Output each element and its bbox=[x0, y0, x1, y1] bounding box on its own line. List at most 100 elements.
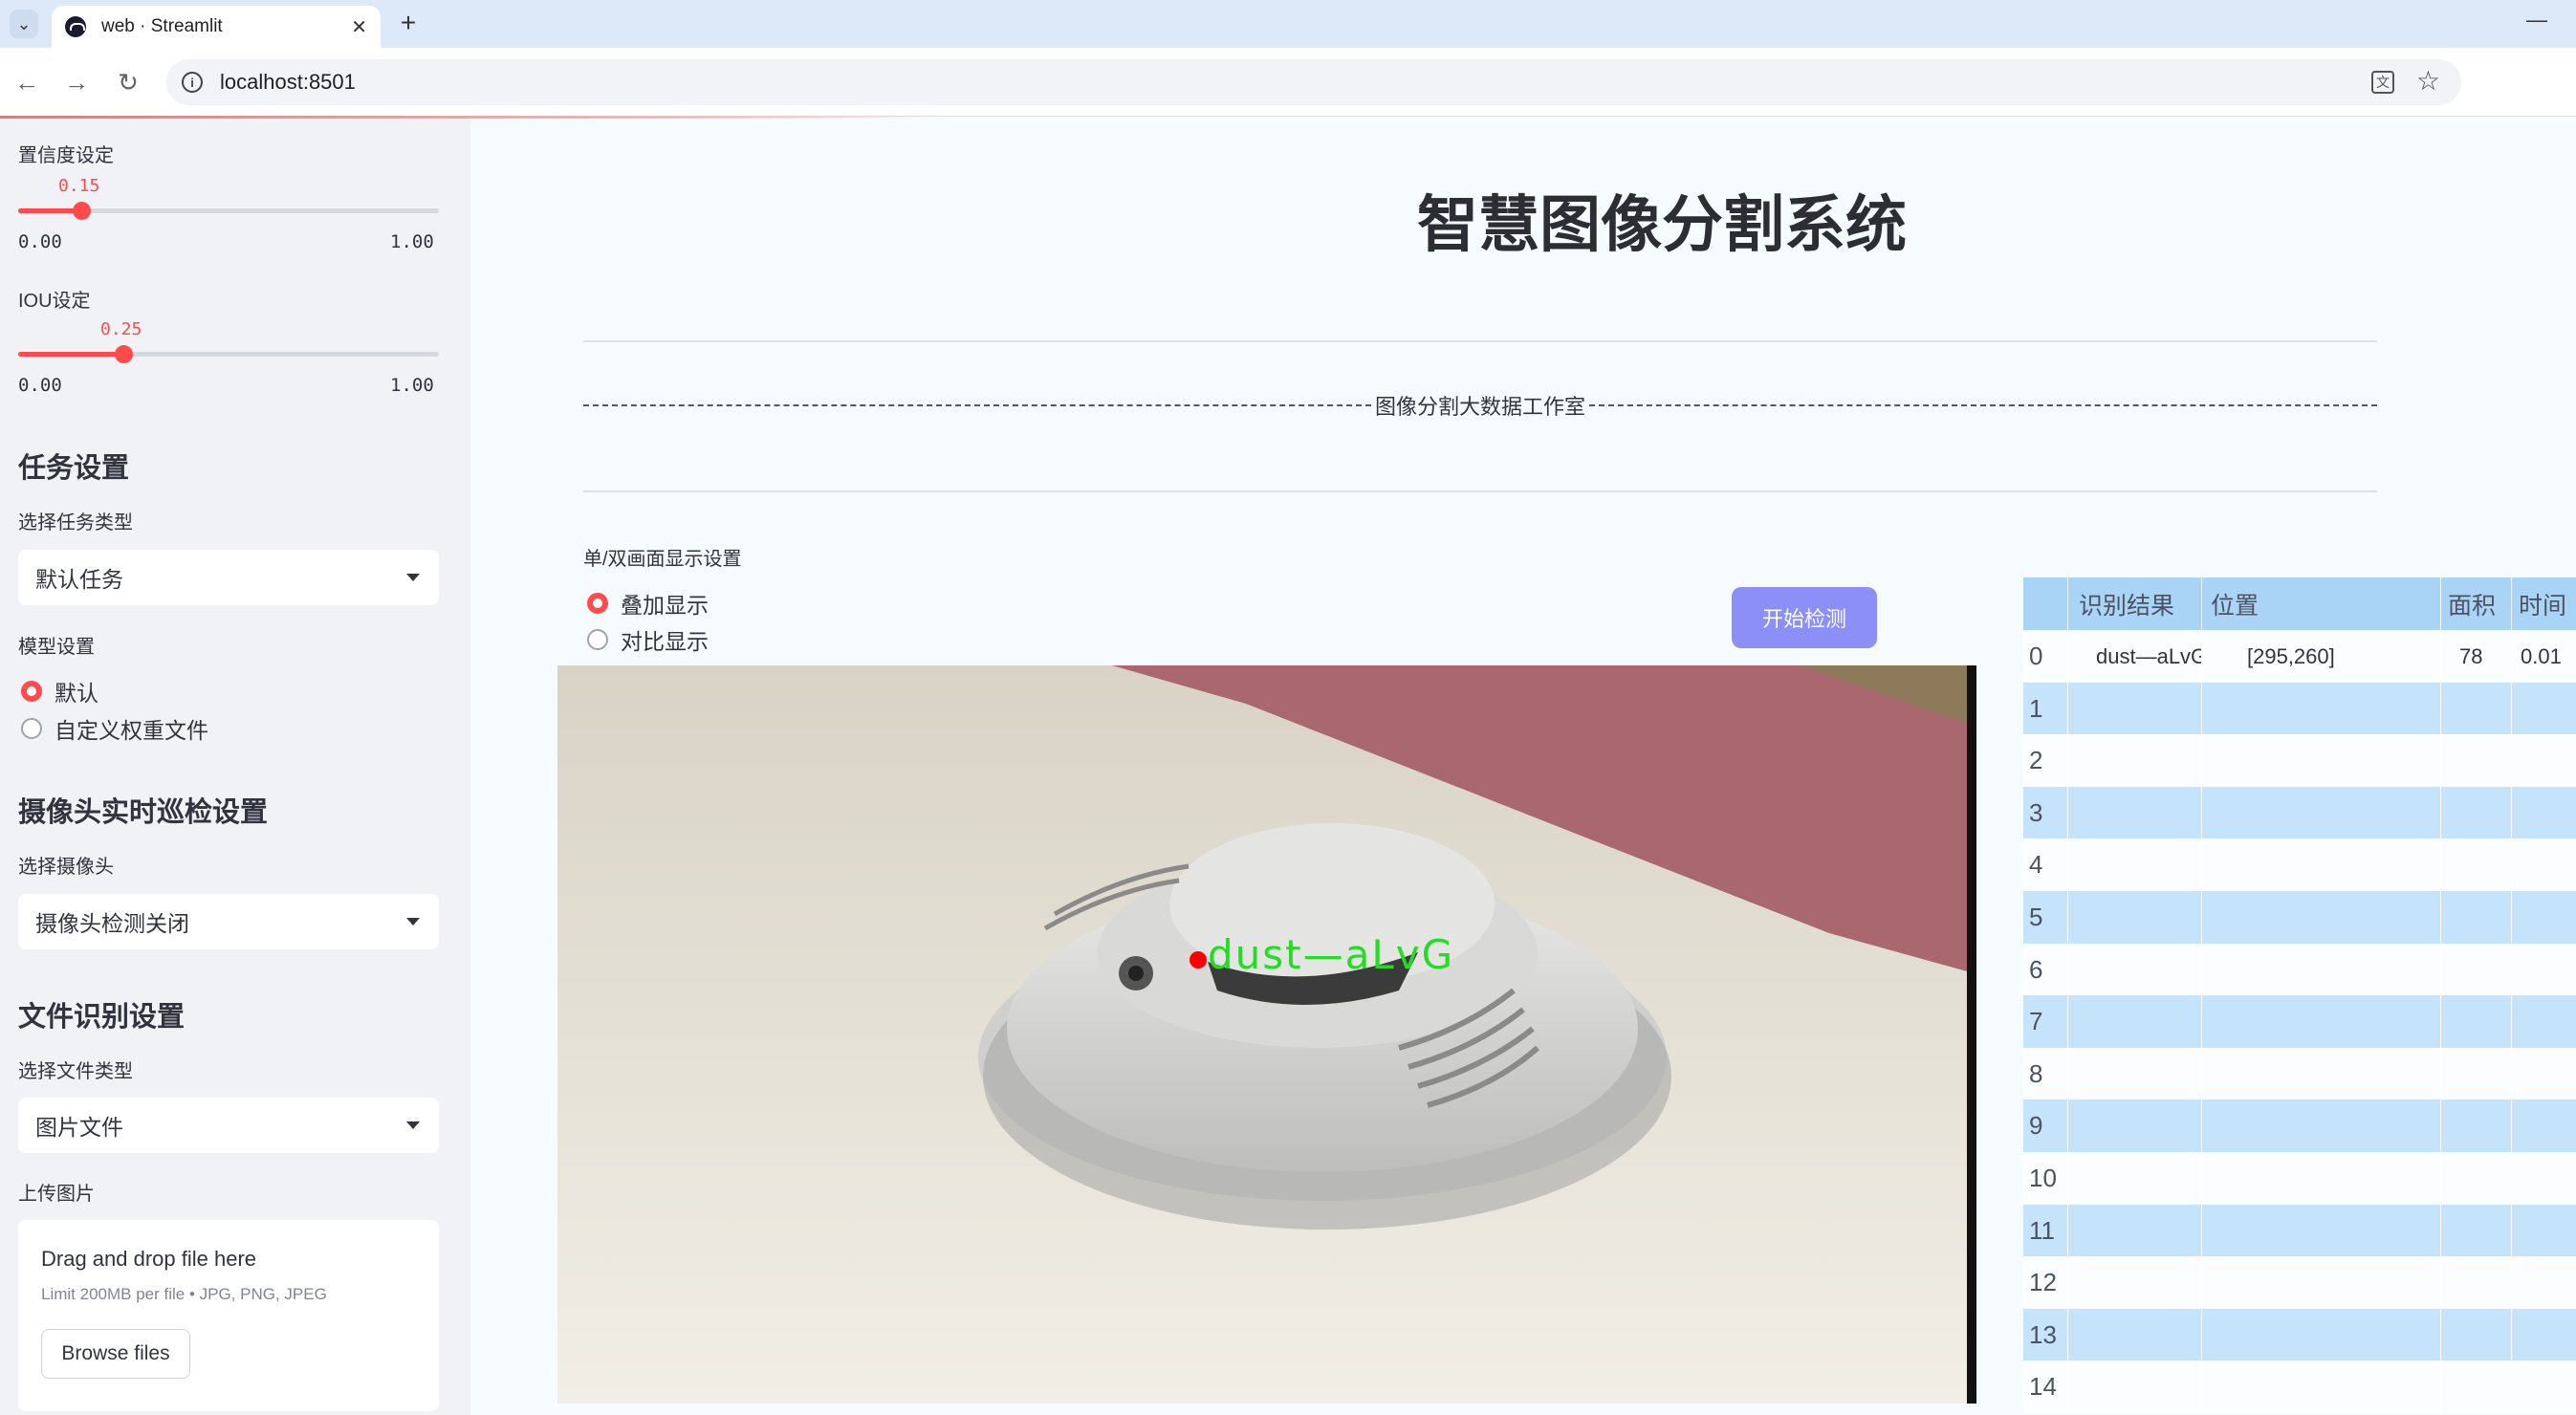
display-mode-label: 单/双画面显示设置 bbox=[583, 549, 742, 570]
address-bar: ← → ↻ i localhost:8501 文 ☆ bbox=[0, 48, 2576, 117]
column-separator bbox=[2067, 577, 2068, 630]
forward-arrow-icon[interactable]: → bbox=[61, 67, 92, 98]
table-row[interactable]: 2 bbox=[2023, 734, 2576, 788]
table-cell bbox=[2440, 944, 2511, 996]
iou-slider[interactable] bbox=[18, 345, 439, 363]
table-cell bbox=[2511, 1152, 2576, 1205]
table-row[interactable]: 11 bbox=[2023, 1204, 2576, 1257]
column-separator bbox=[2201, 1361, 2202, 1414]
table-cell bbox=[2067, 838, 2201, 891]
minimize-window-icon[interactable]: — bbox=[2526, 8, 2547, 33]
table-cell bbox=[2511, 1309, 2576, 1361]
table-row[interactable]: 0 dust—aLvG [295,260] 78 0.01 bbox=[2023, 630, 2576, 683]
radio-unchecked-icon[interactable] bbox=[21, 718, 42, 739]
radio-checked-icon[interactable] bbox=[587, 593, 608, 614]
display-option-label: 对比显示 bbox=[621, 629, 709, 654]
column-separator bbox=[2511, 943, 2512, 996]
model-option-default[interactable]: 默认 bbox=[21, 675, 98, 708]
table-cell bbox=[2201, 995, 2440, 1048]
table-cell bbox=[2067, 1048, 2201, 1100]
column-separator bbox=[2201, 630, 2202, 683]
file-type-label: 选择文件类型 bbox=[18, 1061, 133, 1082]
file-dropzone[interactable]: Drag and drop file here Limit 200MB per … bbox=[18, 1220, 439, 1411]
column-separator bbox=[2067, 943, 2068, 996]
table-row[interactable]: 4 bbox=[2023, 838, 2576, 892]
new-tab-icon[interactable]: + bbox=[394, 10, 423, 38]
table-cell bbox=[2201, 1309, 2440, 1361]
row-index: 13 bbox=[2029, 1319, 2057, 1349]
table-row[interactable]: 12 bbox=[2023, 1256, 2576, 1310]
close-tab-icon[interactable]: ✕ bbox=[351, 15, 367, 39]
table-row[interactable]: 8 bbox=[2023, 1047, 2576, 1100]
table-header: 识别结果 位置 面积 时间 bbox=[2023, 577, 2576, 630]
translate-icon[interactable]: 文 bbox=[2371, 71, 2394, 94]
table-cell bbox=[2511, 944, 2576, 996]
column-header[interactable]: 位置 bbox=[2201, 577, 2440, 630]
confidence-slider[interactable] bbox=[18, 202, 439, 220]
column-header[interactable]: 面积 bbox=[2440, 577, 2511, 630]
detection-image: dust—aLvG bbox=[557, 665, 1976, 1404]
column-header[interactable]: 时间 bbox=[2511, 577, 2576, 630]
camera-select[interactable]: 摄像头检测关闭 bbox=[18, 894, 439, 949]
table-row[interactable]: 3 bbox=[2023, 786, 2576, 839]
smoke-detector-photo bbox=[557, 665, 1967, 1404]
top-divider bbox=[583, 340, 2377, 342]
browse-files-button[interactable]: Browse files bbox=[41, 1329, 190, 1379]
table-cell bbox=[2201, 838, 2440, 891]
table-cell bbox=[2511, 1205, 2576, 1257]
column-separator bbox=[2067, 995, 2068, 1049]
table-cell bbox=[2067, 1361, 2201, 1413]
url-field[interactable]: i localhost:8501 文 ☆ bbox=[166, 59, 2461, 105]
radio-checked-icon[interactable] bbox=[21, 681, 42, 702]
table-row[interactable]: 14 bbox=[2023, 1361, 2576, 1414]
iou-slider-thumb[interactable] bbox=[115, 345, 133, 363]
back-arrow-icon[interactable]: ← bbox=[11, 67, 42, 98]
column-separator bbox=[2201, 995, 2202, 1049]
tab-search-icon[interactable]: ⌄ bbox=[10, 10, 38, 38]
table-cell bbox=[2067, 787, 2201, 839]
table-cell bbox=[2201, 944, 2440, 996]
table-row[interactable]: 7 bbox=[2023, 995, 2576, 1049]
column-separator bbox=[2201, 1047, 2202, 1100]
confidence-slider-thumb[interactable] bbox=[73, 202, 91, 220]
column-separator bbox=[2511, 1308, 2512, 1361]
table-row[interactable]: 1 bbox=[2023, 682, 2576, 735]
table-cell bbox=[2201, 1361, 2440, 1413]
table-row[interactable]: 13 bbox=[2023, 1308, 2576, 1361]
bookmark-star-icon[interactable]: ☆ bbox=[2416, 65, 2440, 97]
site-info-icon[interactable]: i bbox=[182, 72, 203, 93]
reload-icon[interactable]: ↻ bbox=[113, 67, 143, 98]
dash-line bbox=[583, 404, 1371, 406]
row-index: 10 bbox=[2029, 1164, 2057, 1192]
tab-title: web · Streamlit bbox=[101, 16, 223, 36]
column-separator bbox=[2511, 1361, 2512, 1414]
column-separator bbox=[2511, 838, 2512, 892]
table-row[interactable]: 9 bbox=[2023, 1099, 2576, 1153]
column-separator bbox=[2201, 682, 2202, 735]
column-separator bbox=[2511, 1256, 2512, 1310]
page-title: 智慧图像分割系统 bbox=[1417, 190, 1907, 259]
start-detection-button[interactable]: 开始检测 bbox=[1732, 587, 1877, 648]
column-separator bbox=[2201, 734, 2202, 788]
table-row[interactable]: 10 bbox=[2023, 1152, 2576, 1205]
column-header[interactable] bbox=[2023, 577, 2067, 630]
model-option-custom[interactable]: 自定义权重文件 bbox=[21, 712, 208, 745]
radio-unchecked-icon[interactable] bbox=[587, 629, 608, 650]
column-separator bbox=[2067, 1152, 2068, 1205]
column-separator bbox=[2067, 630, 2068, 683]
table-cell bbox=[2067, 995, 2201, 1048]
column-separator bbox=[2511, 734, 2512, 788]
file-type-select[interactable]: 图片文件 bbox=[18, 1098, 439, 1153]
table-row[interactable]: 6 bbox=[2023, 943, 2576, 996]
browser-tab[interactable]: web · Streamlit ✕ bbox=[52, 6, 381, 48]
task-type-select[interactable]: 默认任务 bbox=[18, 550, 439, 605]
display-option-overlay[interactable]: 叠加显示 bbox=[587, 587, 709, 620]
table-cell bbox=[2201, 891, 2440, 944]
task-type-label: 选择任务类型 bbox=[18, 512, 133, 533]
confidence-value: 0.15 bbox=[58, 176, 100, 196]
column-header[interactable]: 识别结果 bbox=[2067, 577, 2201, 630]
display-option-compare[interactable]: 对比显示 bbox=[587, 623, 709, 656]
table-row[interactable]: 5 bbox=[2023, 891, 2576, 944]
column-separator bbox=[2440, 630, 2441, 683]
row-index: 5 bbox=[2029, 903, 2043, 931]
